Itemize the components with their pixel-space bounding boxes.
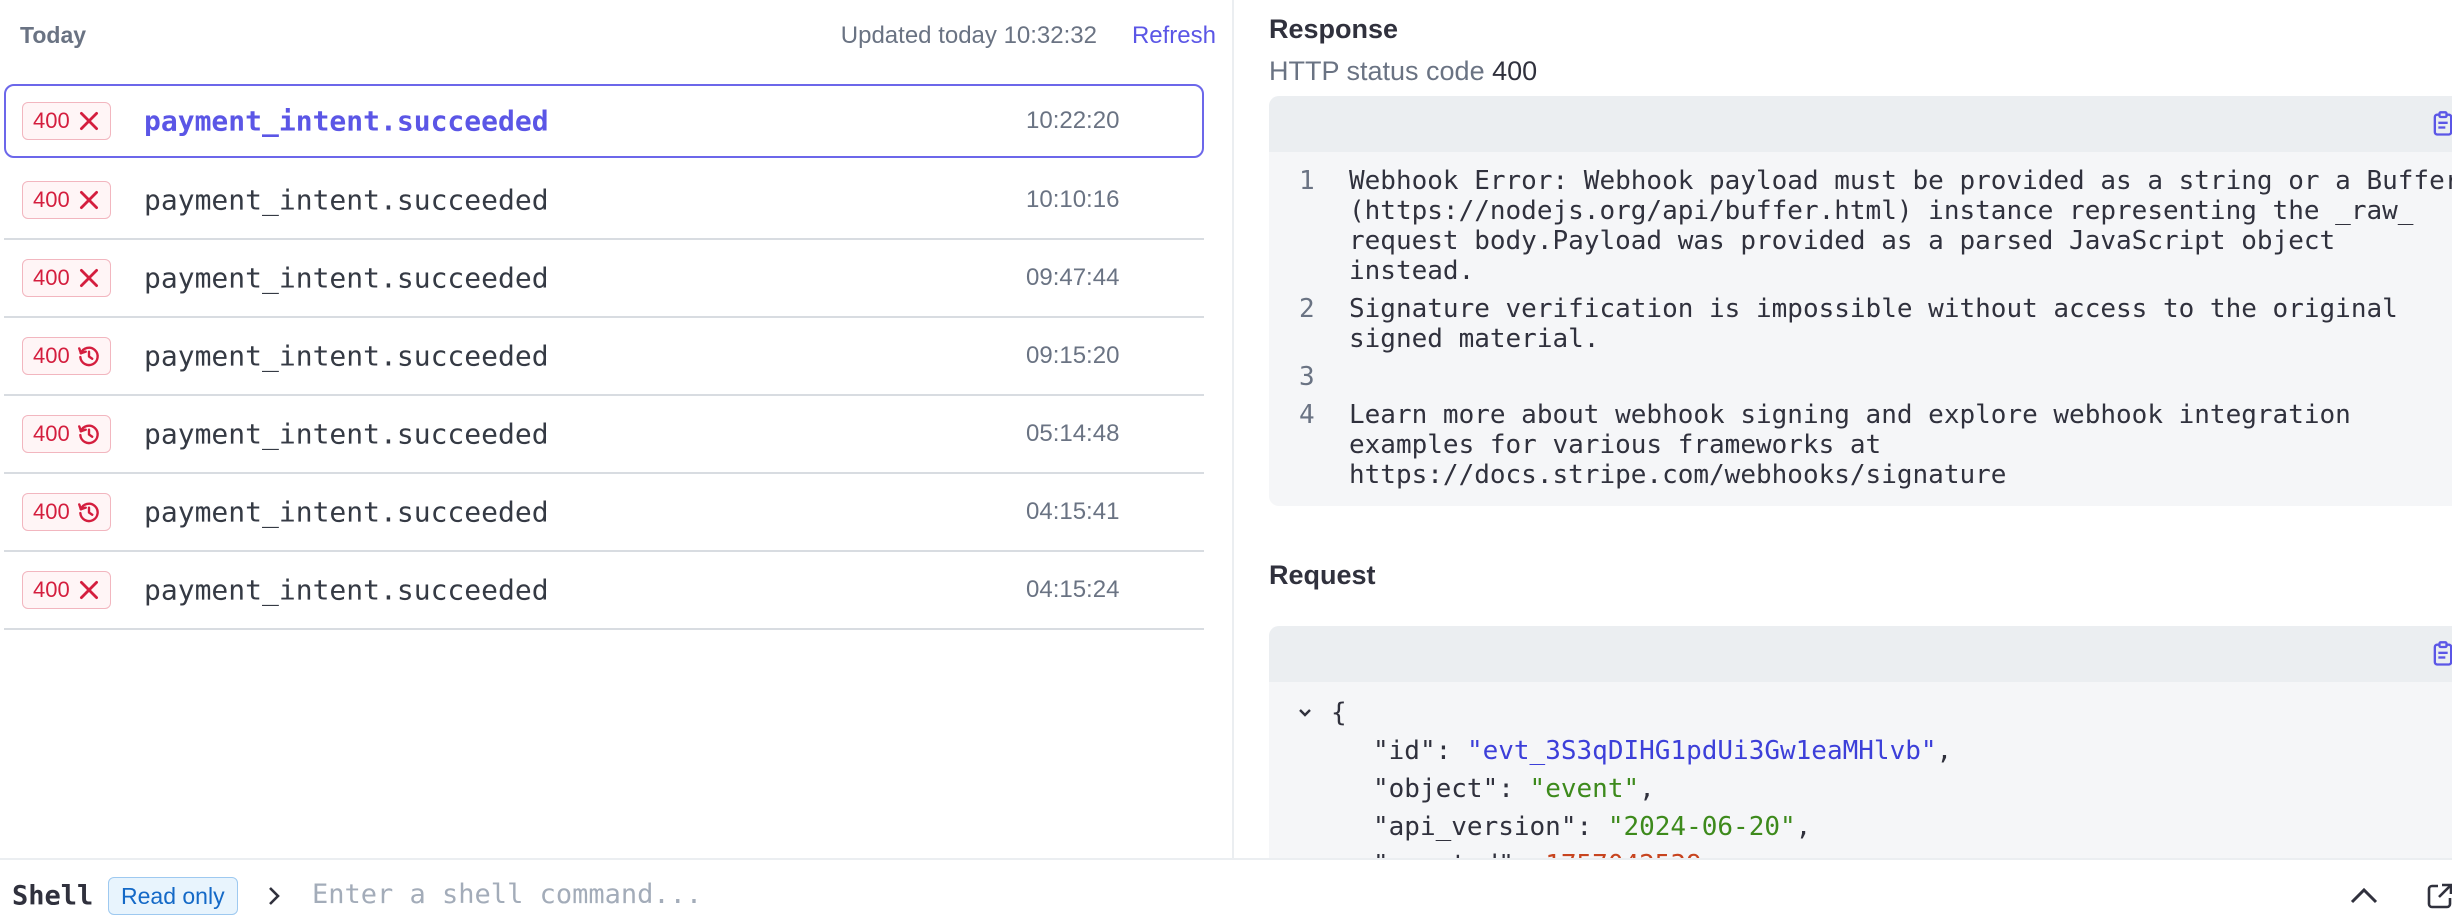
event-time: 04:15:41 [1026, 498, 1120, 525]
json-key: "api_version" [1373, 812, 1577, 842]
events-header: Today Updated today 10:32:32 Refresh [20, 20, 1216, 50]
event-time: 04:15:24 [1026, 576, 1120, 603]
status-code: 400 [33, 421, 70, 446]
line-number: 4 [1299, 400, 1315, 430]
json-value: "evt_3S3qDIHG1pdUi3Gw1eaMHlvb" [1466, 736, 1937, 766]
status-code: 400 [33, 343, 70, 368]
request-json: { "id": "evt_3S3qDIHG1pdUi3Gw1eaMHlvb", … [1269, 694, 2452, 858]
code-line: 2 Signature verification is impossible w… [1269, 294, 2452, 354]
event-time: 10:22:20 [1026, 107, 1120, 134]
json-key: "id" [1373, 736, 1436, 766]
http-status-code: 400 [1492, 56, 1538, 86]
x-icon [76, 265, 102, 291]
status-badge: 400 [22, 415, 111, 453]
chevron-up-icon[interactable] [2346, 882, 2382, 910]
status-code: 400 [33, 265, 70, 290]
event-row[interactable]: 400 payment_intent.succeeded 10:10:16 [4, 162, 1204, 240]
line-number: 2 [1299, 294, 1315, 324]
status-badge: 400 [22, 337, 111, 375]
json-key: "created" [1373, 850, 1514, 858]
json-value: "event" [1529, 774, 1640, 804]
shell-bar: Shell Read only [0, 858, 2452, 922]
read-only-badge: Read only [108, 877, 238, 915]
event-time: 09:15:20 [1026, 342, 1120, 369]
shell-label: Shell [12, 880, 94, 912]
http-status-label: HTTP status code [1269, 56, 1485, 86]
clipboard-icon[interactable] [2429, 110, 2452, 138]
prompt-chevron-icon [269, 887, 280, 905]
line-text: Signature verification is impossible wit… [1349, 294, 2414, 354]
event-time: 09:47:44 [1026, 264, 1120, 291]
x-icon [76, 187, 102, 213]
json-field: "id": "evt_3S3qDIHG1pdUi3Gw1eaMHlvb", [1373, 736, 1953, 766]
event-name: payment_intent.succeeded [144, 339, 549, 373]
line-text: Webhook Error: Webhook payload must be p… [1349, 166, 2452, 286]
response-lines: 1 Webhook Error: Webhook payload must be… [1269, 166, 2452, 498]
date-group-label: Today [20, 21, 87, 48]
retry-clock-icon [76, 421, 102, 447]
request-title: Request [1269, 560, 1376, 590]
json-open-brace: { [1331, 698, 1347, 728]
json-field: "object": "event", [1373, 774, 1655, 804]
event-row[interactable]: 400 payment_intent.succeeded 09:47:44 [4, 240, 1204, 318]
retry-clock-icon [76, 499, 102, 525]
code-line: 1 Webhook Error: Webhook payload must be… [1269, 166, 2452, 286]
response-body-box: 1 Webhook Error: Webhook payload must be… [1269, 96, 2452, 506]
shell-command-input[interactable] [312, 872, 2212, 916]
status-badge: 400 [22, 493, 111, 531]
event-row[interactable]: 400 payment_intent.succeeded 10:22:20 [4, 84, 1204, 158]
json-value: "2024-06-20" [1607, 812, 1796, 842]
event-time: 10:10:16 [1026, 186, 1120, 213]
event-name: payment_intent.succeeded [144, 417, 549, 451]
status-code: 400 [33, 187, 70, 212]
response-toolbar [1269, 96, 2452, 152]
event-row[interactable]: 400 payment_intent.succeeded 04:15:24 [4, 552, 1204, 630]
x-icon [76, 108, 102, 134]
event-name: payment_intent.succeeded [144, 104, 549, 138]
event-name: payment_intent.succeeded [144, 261, 549, 295]
status-badge: 400 [22, 181, 111, 219]
json-value: 1757042539 [1545, 850, 1702, 858]
status-code: 400 [33, 499, 70, 524]
http-status-line: HTTP status code 400 [1269, 56, 1537, 87]
status-badge: 400 [22, 259, 111, 297]
event-name: payment_intent.succeeded [144, 495, 549, 529]
json-key: "object" [1373, 774, 1499, 804]
chevron-down-icon[interactable] [1295, 694, 1315, 732]
code-line: 3 [1269, 362, 2452, 392]
event-row[interactable]: 400 payment_intent.succeeded 04:15:41 [4, 474, 1204, 552]
code-line: 4 Learn more about webhook signing and e… [1269, 400, 2452, 490]
response-title: Response [1269, 14, 1399, 44]
status-badge: 400 [22, 571, 111, 609]
event-row[interactable]: 400 payment_intent.succeeded 09:15:20 [4, 318, 1204, 396]
event-row[interactable]: 400 payment_intent.succeeded 05:14:48 [4, 396, 1204, 474]
x-icon [76, 577, 102, 603]
status-badge: 400 [22, 102, 111, 140]
event-list: 400 payment_intent.succeeded 10:22:20 400 pa… [4, 84, 1204, 630]
event-name: payment_intent.succeeded [144, 573, 549, 607]
json-field: "created": 1757042539, [1269, 846, 2452, 858]
clipboard-icon[interactable] [2429, 640, 2452, 668]
event-detail-panel: Response HTTP status code 400 1 Webhook … [1236, 0, 2452, 858]
line-number: 1 [1299, 166, 1315, 196]
request-body-box: { "id": "evt_3S3qDIHG1pdUi3Gw1eaMHlvb", … [1269, 626, 2452, 858]
refresh-link[interactable]: Refresh [1132, 22, 1216, 50]
json-field: "api_version": "2024-06-20", [1373, 812, 1812, 842]
line-number: 3 [1299, 362, 1315, 392]
status-code: 400 [33, 108, 70, 133]
events-panel: Today Updated today 10:32:32 Refresh 400… [0, 0, 1234, 858]
json-root: { [1269, 694, 2452, 732]
request-toolbar [1269, 626, 2452, 682]
event-name: payment_intent.succeeded [144, 183, 549, 217]
retry-clock-icon [76, 343, 102, 369]
event-time: 05:14:48 [1026, 420, 1120, 447]
popout-icon[interactable] [2424, 880, 2452, 912]
status-code: 400 [33, 577, 70, 602]
last-updated-text: Updated today 10:32:32 [840, 22, 1097, 49]
line-text: Learn more about webhook signing and exp… [1349, 400, 2367, 490]
